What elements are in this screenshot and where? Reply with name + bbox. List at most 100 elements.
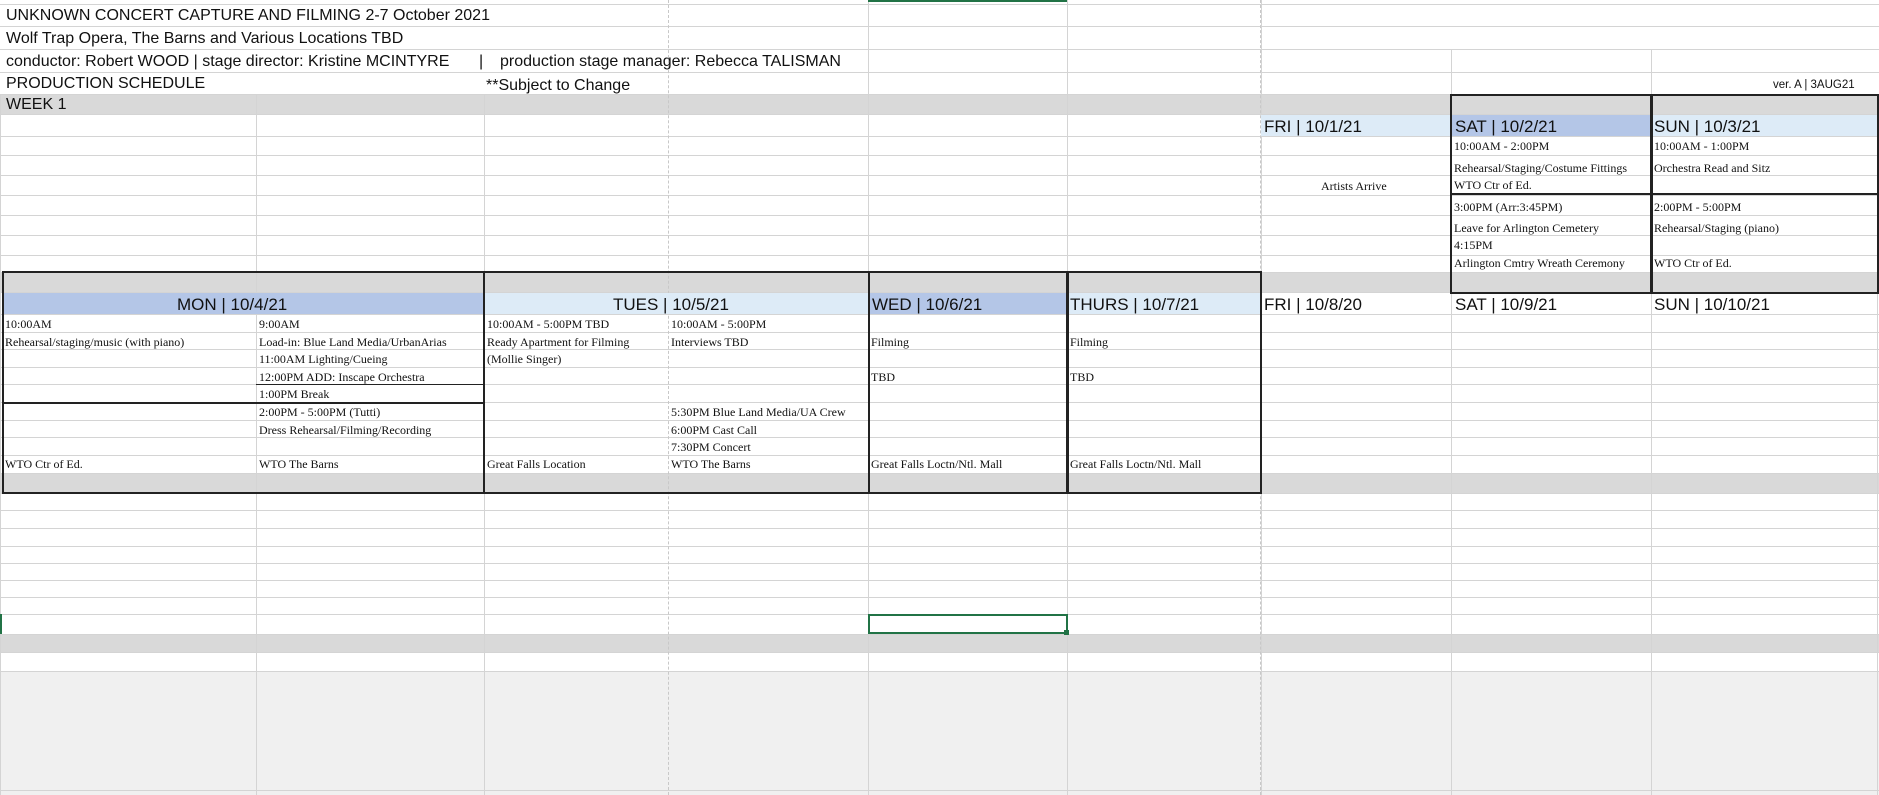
gridline-v (1651, 94, 1652, 795)
gridline-h (0, 155, 1879, 156)
column-indicator (868, 0, 1067, 2)
separator-band (0, 272, 1879, 292)
mon-entry: 12:00PM ADD: Inscape Orchestra (259, 370, 425, 384)
tue-entry: 6:00PM Cast Call (671, 423, 758, 437)
spreadsheet: UNKNOWN CONCERT CAPTURE AND FILMING 2-7 … (0, 0, 1879, 795)
mon-entry: 10:00AM (5, 317, 52, 331)
tue-entry: Ready Apartment for Filming (487, 335, 630, 349)
venue-line: Wolf Trap Opera, The Barns and Various L… (6, 30, 404, 47)
sat-entry: 10:00AM - 2:00PM (1454, 139, 1550, 153)
gridline-v (1067, 0, 1068, 94)
sun-entry: 2:00PM - 5:00PM (1654, 200, 1742, 214)
tue-entry: 5:30PM Blue Land Media/UA Crew (671, 405, 846, 419)
wed-header: WED | 10/6/21 (872, 295, 983, 314)
row-indicator (0, 614, 2, 634)
fill-handle[interactable] (1064, 630, 1069, 635)
subject-note: **Subject to Change (486, 77, 631, 94)
tue-entry: Interviews TBD (671, 335, 749, 349)
sun-entry: Rehearsal/Staging (piano) (1654, 221, 1779, 235)
tue-entry: 10:00AM - 5:00PM TBD (487, 317, 610, 331)
mon-entry: 9:00AM (259, 317, 300, 331)
gridline-v (0, 94, 1, 795)
week1-sun-header: SUN | 10/3/21 (1654, 117, 1761, 136)
week2-sat-header: SAT | 10/9/21 (1455, 295, 1558, 314)
gridline-h (0, 314, 1879, 315)
mon-entry: Dress Rehearsal/Filming/Recording (259, 423, 432, 437)
gridline-h (0, 94, 1879, 95)
gridline-h (0, 272, 1879, 273)
gridline-h (0, 26, 1879, 27)
gridline-h (0, 49, 1879, 50)
mon-break-divider (2, 402, 483, 404)
week2-fri-header: FRI | 10/8/20 (1264, 295, 1362, 314)
empty-area (0, 671, 1879, 795)
tue-entry: (Mollie Singer) (487, 352, 562, 366)
mon-entry: Load-in: Blue Land Media/UrbanArias (259, 335, 447, 349)
sun-entry: Orchestra Read and Sitz (1654, 161, 1771, 175)
gridline-h (0, 473, 1879, 474)
gridline-v (256, 94, 257, 795)
schedule-label: PRODUCTION SCHEDULE (6, 75, 206, 92)
gridline-h (0, 420, 1879, 421)
sat-entry: WTO Ctr of Ed. (1454, 178, 1532, 192)
tue-location: Great Falls Location (487, 457, 586, 471)
thu-location: Great Falls Loctn/Ntl. Mall (1070, 457, 1202, 471)
week-label: WEEK 1 (6, 96, 67, 113)
gridline-h (0, 455, 1879, 456)
mon-entry: 11:00AM Lighting/Cueing (259, 352, 388, 366)
gridline-v (1451, 49, 1452, 94)
gridline-h (0, 597, 1879, 598)
mon-location: WTO The Barns (259, 457, 339, 471)
gridline-v (1651, 49, 1652, 94)
separator-band (0, 94, 1879, 114)
tue-entry: 10:00AM - 5:00PM (671, 317, 767, 331)
mon-entry: 2:00PM - 5:00PM (Tutti) (259, 405, 381, 419)
sat-entry: Leave for Arlington Cemetery (1454, 221, 1599, 235)
gridline-h (0, 136, 1879, 137)
thu-header: THURS | 10/7/21 (1070, 295, 1200, 314)
gridline-h (0, 563, 1879, 564)
gridline-v (1261, 94, 1262, 795)
gridline-h (0, 580, 1879, 581)
sat-entry: Rehearsal/Staging/Costume Fittings (1454, 161, 1627, 175)
gridline-h (0, 332, 1879, 333)
gridline-h (0, 528, 1879, 529)
gridline-h (0, 510, 1879, 511)
gridline-h (0, 195, 1879, 196)
gridline-h (0, 437, 1879, 438)
week2-sun-header: SUN | 10/10/21 (1654, 295, 1770, 314)
mon-location: WTO Ctr of Ed. (5, 457, 83, 471)
credits-right: production stage manager: Rebecca TALISM… (500, 53, 841, 70)
fri-artists-arrive: Artists Arrive (1321, 179, 1387, 193)
gridline-h (0, 790, 1879, 791)
gridline-h (0, 4, 1879, 5)
sun-entry: 10:00AM - 1:00PM (1654, 139, 1750, 153)
gridline-h (0, 72, 1879, 73)
gridline-h (0, 175, 1879, 176)
gridline-v (1067, 94, 1068, 795)
separator-band (0, 634, 1879, 652)
week1-sat-header: SAT | 10/2/21 (1455, 117, 1558, 136)
sun-entry: WTO Ctr of Ed. (1654, 256, 1732, 270)
gridline-h (0, 367, 1879, 368)
gridline-v (868, 94, 869, 795)
wed-entry: TBD (871, 370, 895, 384)
mon-header: MON | 10/4/21 (177, 295, 288, 314)
sat-entry: 3:00PM (Arr:3:45PM) (1454, 200, 1563, 214)
gridline-v (1261, 0, 1262, 94)
gridline-v (1877, 94, 1878, 795)
gridline-h (0, 493, 1879, 494)
sat-sun-divider-1 (1450, 193, 1879, 195)
week1-fri-header: FRI | 10/1/21 (1264, 117, 1362, 136)
separator-band (0, 473, 1879, 493)
thu-entry: Filming (1070, 335, 1109, 349)
sheet-title: UNKNOWN CONCERT CAPTURE AND FILMING 2-7 … (6, 7, 490, 24)
mon-entry: 1:00PM Break (259, 387, 330, 401)
tue-entry: 7:30PM Concert (671, 440, 751, 454)
selected-cell[interactable] (868, 614, 1068, 634)
gridline-h (0, 235, 1879, 236)
sat-entry: Arlington Cmtry Wreath Ceremony (1454, 256, 1625, 270)
gridline-h (0, 652, 1879, 653)
credits-separator: | (479, 53, 484, 70)
wed-entry: Filming (871, 335, 910, 349)
